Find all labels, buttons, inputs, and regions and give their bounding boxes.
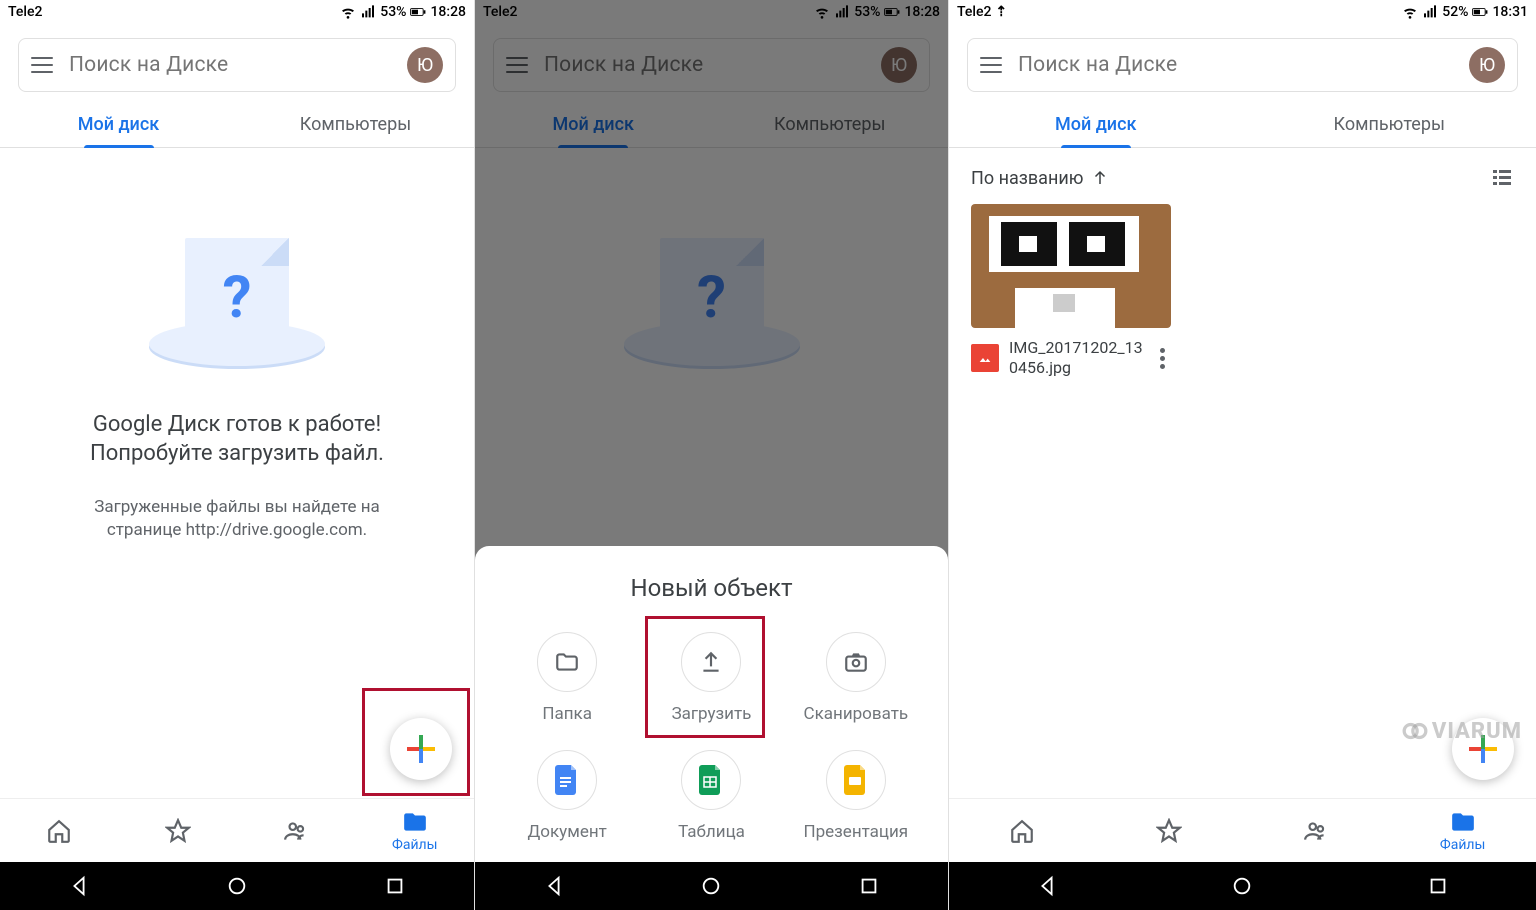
docs-icon xyxy=(555,765,579,795)
bottom-nav: Файлы xyxy=(949,798,1536,862)
nav-starred[interactable] xyxy=(1096,818,1243,844)
bottom-nav: Файлы xyxy=(0,798,474,862)
sheet-item-folder[interactable]: Папка xyxy=(495,632,639,724)
tab-computers[interactable]: Компьютеры xyxy=(1243,102,1536,147)
folder-icon xyxy=(554,649,580,675)
hamburger-icon[interactable] xyxy=(31,57,53,73)
phone-screen-1: Tele2 53% 18:28 Поиск на Диске Ю Мой дис… xyxy=(0,0,474,910)
sheet-item-scan[interactable]: Сканировать xyxy=(784,632,928,724)
upload-icon xyxy=(698,649,724,675)
tab-my-drive[interactable]: Мой диск xyxy=(949,102,1243,147)
image-file-icon xyxy=(971,344,999,372)
status-bar: Tele2⇡ 52% 18:31 xyxy=(949,0,1536,24)
nav-home[interactable] xyxy=(949,818,1096,844)
file-thumbnail xyxy=(971,204,1171,328)
empty-illustration: ? xyxy=(147,238,327,378)
file-name: IMG_20171202_130456.jpg xyxy=(1009,338,1144,378)
battery-percent: 52% xyxy=(1442,4,1468,20)
recent-button[interactable] xyxy=(858,875,880,897)
wifi-icon xyxy=(1402,4,1418,20)
tab-my-drive[interactable]: Мой диск xyxy=(0,102,237,147)
back-button[interactable] xyxy=(543,875,565,897)
tabs: Мой диск Компьютеры xyxy=(949,102,1536,148)
android-nav-bar xyxy=(0,862,474,910)
clock: 18:28 xyxy=(430,4,466,20)
search-placeholder: Поиск на Диске xyxy=(1018,53,1453,77)
signal-icon xyxy=(360,4,376,20)
battery-percent: 53% xyxy=(380,4,406,20)
tab-computers[interactable]: Компьютеры xyxy=(237,102,474,147)
nav-starred[interactable] xyxy=(119,818,238,844)
plus-icon xyxy=(407,735,435,763)
back-button[interactable] xyxy=(1036,875,1058,897)
sort-label: По названию xyxy=(971,168,1083,189)
recent-button[interactable] xyxy=(384,875,406,897)
search-placeholder: Поиск на Диске xyxy=(69,53,391,77)
sheet-item-slides[interactable]: Презентация xyxy=(784,750,928,842)
avatar[interactable]: Ю xyxy=(1469,47,1505,83)
arrow-up-icon xyxy=(1091,169,1109,187)
empty-note: Загруженные файлы вы найдете настранице … xyxy=(54,496,420,542)
phone-screen-3: Tele2⇡ 52% 18:31 Поиск на Диске Ю Мой ди… xyxy=(948,0,1536,910)
sheet-title: Новый объект xyxy=(495,574,928,602)
camera-icon xyxy=(843,649,869,675)
watermark: VIARUM xyxy=(1402,718,1522,744)
sheet-item-sheet[interactable]: Таблица xyxy=(639,750,783,842)
files-grid: IMG_20171202_130456.jpg xyxy=(949,204,1536,378)
signal-icon xyxy=(1422,4,1438,20)
battery-icon xyxy=(1472,4,1488,20)
empty-subtitle: Попробуйте загрузить файл. xyxy=(90,441,384,466)
more-options-icon[interactable] xyxy=(1154,342,1171,375)
nav-shared[interactable] xyxy=(1243,818,1390,844)
home-button[interactable] xyxy=(226,875,248,897)
question-icon: ? xyxy=(223,264,252,332)
status-bar: Tele2 53% 18:28 xyxy=(0,0,474,24)
battery-icon xyxy=(410,4,426,20)
carrier-label: Tele2 xyxy=(957,4,991,20)
search-bar[interactable]: Поиск на Диске Ю xyxy=(18,38,456,92)
bottom-sheet-new: Новый объект Папка Загрузить Сканировать… xyxy=(475,546,948,862)
content-area: По названию I xyxy=(949,148,1536,798)
empty-title: Google Диск готов к работе! xyxy=(93,412,381,437)
content-area: ? Google Диск готов к работе! Попробуйте… xyxy=(0,148,474,798)
list-view-icon[interactable] xyxy=(1490,166,1514,190)
home-button[interactable] xyxy=(1231,875,1253,897)
wifi-icon xyxy=(340,4,356,20)
nav-shared[interactable] xyxy=(237,818,356,844)
nav-files[interactable]: Файлы xyxy=(356,809,475,853)
search-bar[interactable]: Поиск на Диске Ю xyxy=(967,38,1518,92)
clock: 18:31 xyxy=(1492,4,1528,20)
tabs: Мой диск Компьютеры xyxy=(0,102,474,148)
home-button[interactable] xyxy=(700,875,722,897)
hamburger-icon[interactable] xyxy=(980,57,1002,73)
android-nav-bar xyxy=(949,862,1536,910)
android-nav-bar xyxy=(475,862,948,910)
carrier-label: Tele2 xyxy=(8,4,340,20)
recent-button[interactable] xyxy=(1427,875,1449,897)
phone-screen-2: Tele2 53% 18:28 Поиск на Диске Ю Мой дис… xyxy=(474,0,948,910)
back-button[interactable] xyxy=(68,875,90,897)
nav-files[interactable]: Файлы xyxy=(1389,809,1536,853)
avatar[interactable]: Ю xyxy=(407,47,443,83)
sort-row[interactable]: По названию xyxy=(949,148,1536,204)
nav-home[interactable] xyxy=(0,818,119,844)
sheet-item-upload[interactable]: Загрузить xyxy=(639,632,783,724)
file-item[interactable]: IMG_20171202_130456.jpg xyxy=(971,204,1171,378)
fab-new[interactable] xyxy=(390,718,452,780)
sheets-icon xyxy=(699,765,723,795)
slides-icon xyxy=(844,765,868,795)
sheet-item-doc[interactable]: Документ xyxy=(495,750,639,842)
empty-state: ? Google Диск готов к работе! Попробуйте… xyxy=(0,148,474,542)
upload-indicator-icon: ⇡ xyxy=(995,4,1007,20)
